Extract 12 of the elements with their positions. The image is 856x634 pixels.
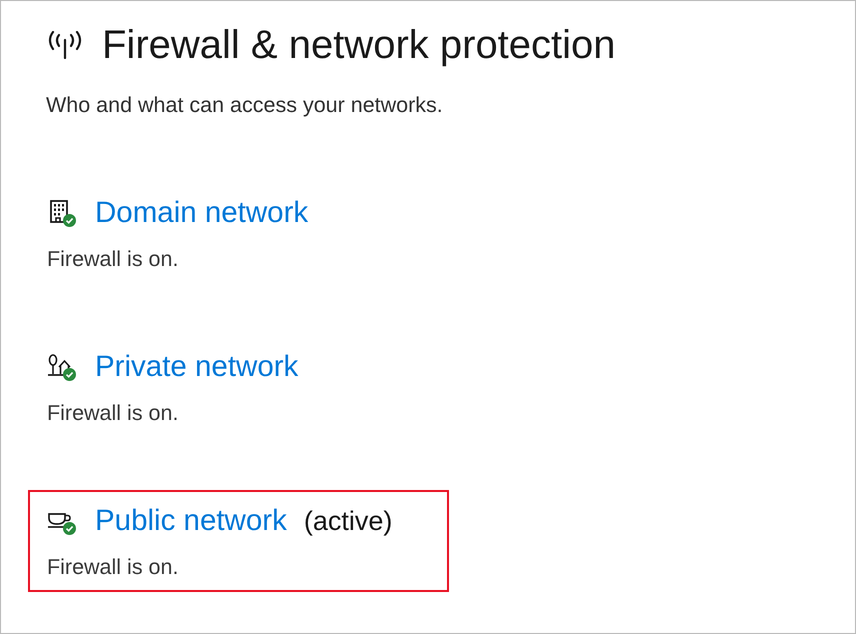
firewall-status: Firewall is on. <box>47 247 178 271</box>
building-icon <box>47 199 71 223</box>
active-label: (active) <box>304 505 392 538</box>
antenna-icon <box>47 31 83 59</box>
network-link[interactable]: Private network <box>95 349 298 385</box>
network-link[interactable]: Domain network <box>95 195 308 231</box>
firewall-status: Firewall is on. <box>47 555 178 579</box>
network-link[interactable]: Public network <box>95 503 287 539</box>
page-subtitle: Who and what can access your networks. <box>46 92 443 119</box>
page-title: Firewall & network protection <box>102 22 616 69</box>
tree-and-house-icon <box>47 353 71 377</box>
firewall-status: Firewall is on. <box>47 401 178 425</box>
